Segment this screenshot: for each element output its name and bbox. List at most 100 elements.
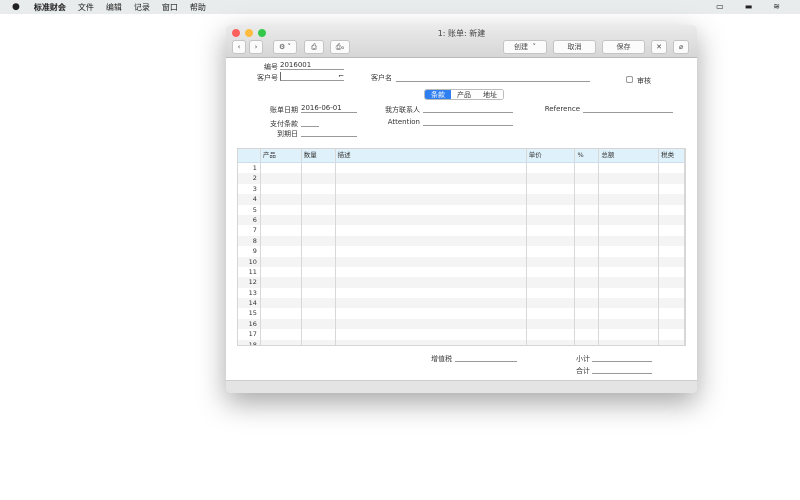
table-cell[interactable] — [659, 287, 685, 299]
table-cell[interactable] — [302, 329, 336, 340]
table-cell[interactable] — [599, 183, 660, 195]
table-cell[interactable] — [599, 204, 660, 215]
table-cell[interactable] — [527, 287, 576, 299]
create-dropdown[interactable]: 创建 ˅ — [503, 40, 547, 54]
table-cell[interactable] — [261, 339, 302, 345]
table-cell[interactable] — [659, 329, 685, 340]
table-cell[interactable] — [261, 298, 302, 309]
subtotal-field[interactable] — [592, 353, 652, 362]
table-row[interactable]: 18 — [238, 339, 685, 345]
table-cell[interactable] — [336, 318, 527, 330]
table-cell[interactable] — [527, 339, 576, 345]
gear-menu-button[interactable]: ⚙ ˅ — [273, 40, 297, 54]
table-cell[interactable] — [599, 339, 660, 345]
table-cell[interactable] — [527, 266, 576, 278]
table-cell[interactable] — [336, 246, 527, 257]
table-cell[interactable] — [261, 246, 302, 257]
table-row[interactable]: 2 — [238, 173, 685, 184]
table-cell[interactable] — [575, 329, 600, 340]
number-field[interactable]: 2016001 — [280, 61, 344, 70]
table-cell[interactable] — [527, 173, 576, 184]
table-cell[interactable] — [599, 235, 660, 247]
table-cell[interactable] — [659, 183, 685, 195]
table-cell[interactable] — [336, 194, 527, 205]
column-header[interactable]: 税类 — [659, 149, 685, 162]
column-header[interactable]: % — [575, 149, 600, 162]
table-cell[interactable] — [302, 246, 336, 257]
table-cell[interactable] — [659, 318, 685, 330]
table-cell[interactable] — [599, 163, 660, 174]
table-cell[interactable] — [261, 173, 302, 184]
fullscreen-icon[interactable]: ✕ — [651, 40, 667, 54]
table-cell[interactable] — [599, 329, 660, 340]
table-cell[interactable] — [302, 308, 336, 319]
table-cell[interactable] — [336, 266, 527, 278]
table-cell[interactable] — [527, 183, 576, 195]
column-header[interactable]: 总额 — [599, 149, 660, 162]
table-row[interactable]: 8 — [238, 235, 685, 247]
due-date-field[interactable] — [301, 128, 357, 137]
print-preview-icon[interactable]: ⎙ₒ — [330, 40, 350, 54]
table-cell[interactable] — [302, 235, 336, 247]
column-header[interactable] — [238, 149, 261, 162]
table-cell[interactable] — [261, 194, 302, 205]
table-cell[interactable] — [261, 183, 302, 195]
invoice-date-field[interactable]: 2016-06-01 — [301, 104, 357, 113]
table-cell[interactable] — [599, 256, 660, 267]
save-button[interactable]: 保存 — [602, 40, 645, 54]
table-row[interactable]: 3 — [238, 183, 685, 195]
table-cell[interactable] — [659, 173, 685, 184]
table-cell[interactable] — [302, 204, 336, 215]
table-cell[interactable] — [599, 287, 660, 299]
lookup-icon[interactable]: ⌐ — [338, 72, 344, 80]
table-cell[interactable] — [575, 204, 600, 215]
table-cell[interactable] — [599, 173, 660, 184]
table-cell[interactable] — [575, 287, 600, 299]
table-cell[interactable] — [599, 318, 660, 330]
customer-no-field[interactable]: ⌐ — [280, 72, 344, 81]
table-cell[interactable] — [336, 163, 527, 174]
table-cell[interactable] — [575, 308, 600, 319]
print-icon[interactable]: ⎙ — [304, 40, 324, 54]
column-header[interactable]: 数量 — [302, 149, 336, 162]
column-header[interactable]: 产品 — [261, 149, 302, 162]
table-row[interactable]: 12 — [238, 277, 685, 288]
our-contact-field[interactable] — [423, 104, 513, 113]
menu-record[interactable]: 记录 — [134, 2, 150, 13]
table-cell[interactable] — [575, 163, 600, 174]
table-row[interactable]: 7 — [238, 225, 685, 236]
table-cell[interactable] — [599, 214, 660, 226]
table-cell[interactable] — [336, 339, 527, 345]
table-cell[interactable] — [527, 225, 576, 236]
table-cell[interactable] — [599, 194, 660, 205]
table-cell[interactable] — [336, 225, 527, 236]
table-cell[interactable] — [575, 266, 600, 278]
cancel-button[interactable]: 取消 — [553, 40, 596, 54]
table-cell[interactable] — [575, 277, 600, 288]
table-cell[interactable] — [336, 298, 527, 309]
table-cell[interactable] — [261, 204, 302, 215]
tab-address[interactable]: 地址 — [477, 90, 503, 99]
total-field[interactable] — [592, 365, 652, 374]
customer-name-field[interactable] — [396, 73, 590, 82]
table-cell[interactable] — [575, 298, 600, 309]
tab-products[interactable]: 产品 — [451, 90, 477, 99]
table-cell[interactable] — [527, 194, 576, 205]
table-cell[interactable] — [527, 308, 576, 319]
table-cell[interactable] — [527, 329, 576, 340]
airplay-icon[interactable]: ▭ — [716, 2, 724, 11]
table-cell[interactable] — [599, 298, 660, 309]
table-cell[interactable] — [261, 225, 302, 236]
payment-terms-field[interactable] — [301, 118, 319, 127]
attachment-icon[interactable]: ⌀ — [673, 40, 689, 54]
table-cell[interactable] — [527, 298, 576, 309]
table-row[interactable]: 16 — [238, 318, 685, 330]
table-cell[interactable] — [659, 235, 685, 247]
menu-help[interactable]: 帮助 — [190, 2, 206, 13]
menu-file[interactable]: 文件 — [78, 2, 94, 13]
table-cell[interactable] — [336, 204, 527, 215]
table-cell[interactable] — [659, 277, 685, 288]
table-cell[interactable] — [302, 318, 336, 330]
table-row[interactable]: 15 — [238, 308, 685, 319]
table-row[interactable]: 1 — [238, 163, 685, 174]
